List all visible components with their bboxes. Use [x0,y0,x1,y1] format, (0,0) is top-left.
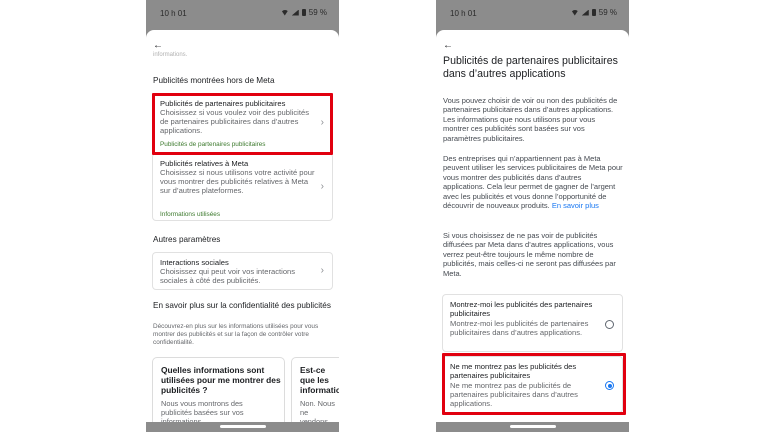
wifi-icon [570,9,579,16]
option-desc: Montrez-moi les publicités de partenaire… [450,319,589,338]
status-icons: 59 % [570,8,617,17]
battery-icon [591,9,596,16]
section-desc-privacy: Découvrez-en plus sur les informations u… [153,323,319,346]
status-time: 10 h 01 [160,9,187,18]
signal-icon [291,9,299,16]
option-show-partner-ads[interactable]: Montrez-moi les publicités des partenair… [442,294,623,352]
home-pill[interactable] [219,425,266,428]
highlight-box [152,93,333,155]
home-pill[interactable] [509,425,556,428]
meta-ads-desc: Choisissez si nous utilisons votre activ… [160,168,315,196]
faq-card-title: Est-ce que les informations [300,365,339,395]
social-interactions-title: Interactions sociales [160,258,229,267]
section-title-privacy: En savoir plus sur la confidentialité de… [153,301,331,310]
sheet-top [436,28,629,40]
back-arrow-icon[interactable]: ← [153,41,163,51]
faq-card-title: Quelles informations sont utilisées pour… [161,365,281,395]
status-icons: 59 % [280,8,327,17]
wifi-icon [280,9,289,16]
gesture-bar [146,422,339,432]
phone-screen-left: 10 h 01 59 % ← informations. Publicités … [146,0,339,432]
faq-card-info-used[interactable]: Quelles informations sont utilisées pour… [152,357,285,432]
intro-paragraph: Vous pouvez choisir de voir ou non des p… [443,96,618,143]
social-interactions-desc: Choisissez qui peut voir vos interaction… [160,267,296,286]
section-title-other-settings: Autres paramètres [153,235,221,244]
battery-icon [301,9,306,16]
sheet-top [146,28,339,40]
explanation-paragraph: Des entreprises qui n’appartiennent pas … [443,154,623,210]
faq-card-sell-info[interactable]: Est-ce que les informations Non. Nous ne… [291,357,339,432]
social-interactions-card[interactable]: Interactions sociales Choisissez qui peu… [152,252,333,290]
status-bar: 10 h 01 59 % [146,0,339,28]
phone-screen-right: 10 h 01 59 % ← Publicités de partenaires… [436,0,629,432]
meta-ads-note: Informations utilisées [160,211,221,218]
battery-level: 59 % [598,8,617,17]
gesture-bar [436,422,629,432]
meta-ads-title: Publicités relatives à Meta [160,159,249,168]
status-time: 10 h 01 [450,9,477,18]
page-title: Publicités de partenaires publicitaires … [443,55,618,80]
battery-level: 59 % [308,8,327,17]
radio-unchecked-icon[interactable] [605,320,614,329]
highlight-box [442,353,626,415]
back-arrow-icon[interactable]: ← [443,41,453,51]
section-title-ads-outside-meta: Publicités montrées hors de Meta [153,76,275,85]
learn-more-link[interactable]: En savoir plus [552,201,599,210]
signal-icon [581,9,589,16]
status-bar: 10 h 01 59 % [436,0,629,28]
chevron-right-icon: › [320,265,324,276]
option-title: Montrez-moi les publicités des partenair… [450,300,593,319]
chevron-right-icon: › [320,181,324,192]
meta-ads-card[interactable]: Publicités relatives à Meta Choisissez s… [152,153,333,221]
notice-paragraph: Si vous choisissez de ne pas voir de pub… [443,231,616,278]
truncated-text: informations. [153,52,188,58]
